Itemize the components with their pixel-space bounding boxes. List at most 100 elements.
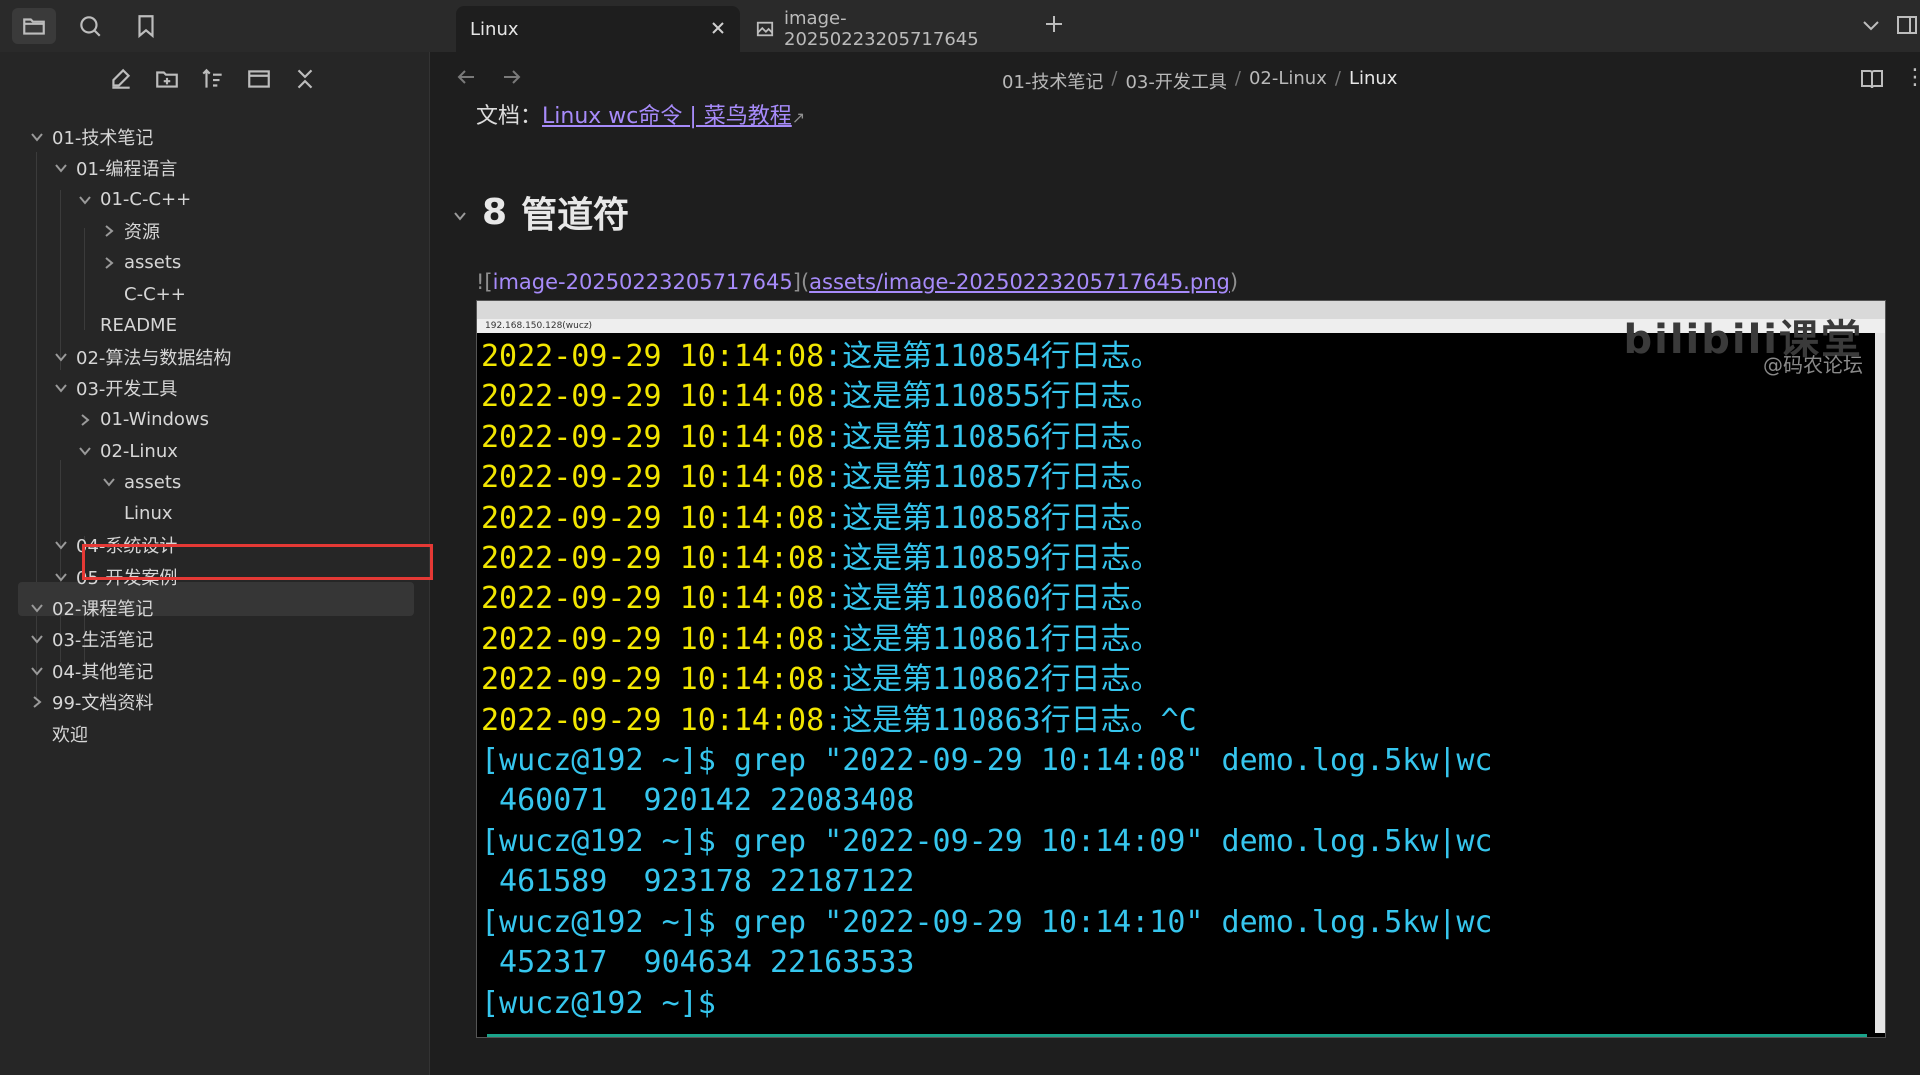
tree-item[interactable]: 欢迎 (26, 717, 88, 751)
tree-item-label: 01-Windows (100, 409, 210, 431)
navigation-buttons (456, 66, 522, 92)
log-timestamp: 2022-09-29 10:14:08 (481, 621, 825, 657)
log-message: :这是第110861行日志。 (824, 621, 1161, 657)
new-folder-button[interactable] (154, 66, 180, 92)
bookmarks-button[interactable] (124, 8, 168, 44)
breadcrumb: 01-技术笔记/ 03-开发工具/ 02-Linux / Linux (1002, 68, 1398, 94)
sort-icon (202, 68, 222, 88)
reveal-icon (248, 70, 270, 88)
log-message: :这是第110858行日志。 (824, 500, 1161, 536)
md-syntax: ]( (792, 270, 810, 294)
chevron-right-icon[interactable] (74, 409, 96, 431)
tree-item[interactable]: 01-C-C++ (74, 183, 191, 217)
more-options-icon[interactable]: ⋮ (1904, 66, 1920, 90)
tree-item-label: 03-开发工具 (76, 379, 178, 401)
tree-item[interactable]: assets (98, 246, 181, 280)
log-message: :这是第110863行日志。^C (824, 702, 1197, 738)
tree-item[interactable]: C-C++ (98, 277, 186, 311)
watermark-text: @码农论坛 (1763, 353, 1863, 377)
chevron-down-icon[interactable] (74, 440, 96, 462)
forward-button[interactable] (500, 66, 522, 92)
fold-chevron-icon[interactable] (452, 192, 468, 233)
close-icon[interactable] (708, 18, 728, 38)
chevron-down-icon[interactable] (98, 471, 120, 493)
embedded-terminal-image: 192.168.150.128(wucz) bilibili课堂 @码农论坛 2… (476, 300, 1886, 1038)
chevron-down-icon[interactable] (26, 660, 48, 682)
breadcrumb-item[interactable]: 02-Linux (1249, 68, 1327, 94)
new-note-button[interactable] (108, 66, 134, 92)
chevron-right-icon[interactable] (26, 691, 48, 713)
tree-item[interactable]: assets (98, 465, 181, 499)
image-path-link[interactable]: assets/image-20250223205717645.png (809, 270, 1230, 294)
sort-button[interactable] (200, 66, 226, 92)
folder-icon (23, 18, 45, 35)
chevron-down-icon[interactable] (50, 377, 72, 399)
tree-item[interactable]: 资源 (98, 214, 160, 248)
terminal-log-line: 2022-09-29 10:14:08:这是第110856行日志。 (481, 418, 1492, 458)
search-icon (80, 16, 101, 37)
tree-item[interactable]: 04-其他笔记 (26, 654, 153, 688)
chevron-right-icon[interactable] (98, 252, 120, 274)
md-syntax: ) (1229, 270, 1239, 294)
tree-item-label: assets (124, 471, 182, 493)
tree-item-label: 01-技术笔记 (52, 128, 154, 149)
tree-item[interactable]: 03-开发工具 (50, 371, 177, 405)
chevron-right-icon[interactable] (98, 220, 120, 242)
tab-list-button[interactable] (1860, 14, 1882, 36)
breadcrumb-item[interactable]: 03-开发工具 (1125, 68, 1226, 94)
back-button[interactable] (456, 66, 478, 92)
image-markdown-source[interactable]: ![image-20250223205717645](assets/image-… (476, 270, 1238, 294)
tree-item[interactable]: 01-技术笔记 (26, 120, 153, 154)
log-timestamp: 2022-09-29 10:14:08 (481, 702, 825, 738)
sidebar-icon (1897, 16, 1917, 34)
reading-view-button[interactable] (1860, 68, 1884, 90)
tree-item[interactable]: 99-文档资料 (26, 685, 153, 719)
tab-image[interactable]: image-20250223205717645 (742, 6, 1032, 52)
log-timestamp: 2022-09-29 10:14:08 (481, 339, 825, 374)
file-explorer-button[interactable] (12, 8, 56, 44)
chevron-down-icon[interactable] (74, 189, 96, 211)
chevron-down-icon[interactable] (50, 534, 72, 556)
terminal-log-line: 2022-09-29 10:14:08:这是第110858行日志。 (481, 499, 1492, 539)
chevron-down-icon[interactable] (26, 628, 48, 650)
terminal-output: 2022-09-29 10:14:08:这是第110854行日志。 2022-09… (481, 337, 1492, 1024)
right-sidebar-toggle[interactable] (1896, 14, 1918, 36)
tree-item[interactable]: 01-Windows (74, 403, 209, 437)
title-bar: Linux image-20250223205717645 (0, 0, 1920, 52)
tree-item[interactable]: 03-生活笔记 (26, 622, 153, 656)
chevron-down-icon[interactable] (50, 566, 72, 588)
tree-item-label: 02-算法与数据结构 (76, 347, 232, 369)
partial-doc-link-line: 文档：Linux wc命令 | 菜鸟教程↗ (476, 98, 805, 130)
tree-item[interactable]: 01-编程语言 (50, 151, 177, 185)
tree-item[interactable]: 02-课程笔记 (26, 591, 153, 625)
book-icon (1861, 70, 1883, 89)
chevron-down-icon[interactable] (26, 597, 48, 619)
chevron-down-icon[interactable] (26, 126, 48, 148)
tree-item[interactable]: 02-算法与数据结构 (50, 340, 231, 374)
terminal-command-line: 461589 923178 22187122 (481, 864, 915, 900)
new-tab-button[interactable] (1042, 12, 1066, 36)
log-message: :这是第110862行日志。 (824, 662, 1161, 698)
collapse-icon (297, 69, 313, 89)
doc-link[interactable]: Linux wc命令 | 菜鸟教程 (542, 104, 792, 129)
tree-item[interactable]: README (74, 308, 177, 342)
log-timestamp: 2022-09-29 10:14:08 (481, 460, 825, 496)
collapse-all-button[interactable] (292, 66, 318, 92)
breadcrumb-item[interactable]: 01-技术笔记 (1002, 68, 1103, 94)
auto-reveal-button[interactable] (246, 66, 272, 92)
tree-item[interactable]: 02-Linux (74, 434, 178, 468)
left-ribbon (0, 0, 429, 52)
search-button[interactable] (68, 8, 112, 44)
log-message: :这是第110855行日志。 (824, 379, 1161, 415)
tree-item-label: 02-Linux (100, 440, 178, 462)
chevron-down-icon[interactable] (50, 157, 72, 179)
terminal-command-line: 452317 904634 22163533 (481, 945, 915, 981)
breadcrumb-current[interactable]: Linux (1349, 68, 1398, 94)
tree-item-label: 欢迎 (52, 724, 88, 746)
terminal-log-line: 2022-09-29 10:14:08:这是第110859行日志。 (481, 539, 1492, 579)
tab-linux[interactable]: Linux (456, 6, 740, 52)
tree-item[interactable]: Linux (98, 497, 173, 531)
chevron-down-icon[interactable] (50, 346, 72, 368)
